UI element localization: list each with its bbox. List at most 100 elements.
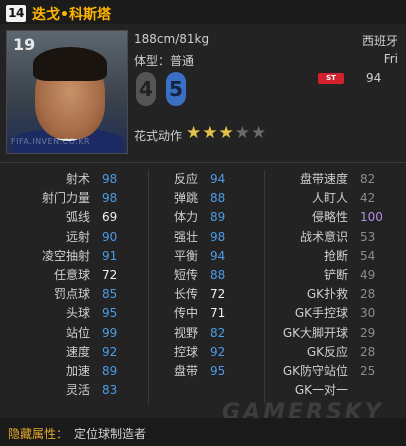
stat-name: GK反应	[306, 344, 348, 359]
stat-name: 反应	[173, 172, 198, 186]
stat-row: 站位 99	[0, 324, 132, 343]
stat-row: GK大脚开球 29	[236, 324, 390, 343]
stat-row: 体力 89	[148, 208, 240, 227]
stat-row: 头球 95	[0, 304, 132, 323]
stat-name: 射术	[65, 172, 90, 186]
divider	[0, 162, 406, 163]
stat-name: 加速	[65, 363, 90, 378]
stat-row: 速度 92	[0, 343, 132, 362]
star-filled-icon: ★	[186, 123, 203, 143]
stat-row: GK手控球 30	[236, 304, 390, 323]
nation-label: 西班牙	[361, 34, 398, 48]
stat-value: 29	[360, 325, 376, 340]
stat-value: 82	[360, 172, 376, 186]
stat-name: 弹跳	[173, 191, 198, 206]
body-type: 体型：普通	[134, 54, 195, 68]
stat-row: 任意球 72	[0, 266, 132, 285]
stat-name: 罚点球	[53, 287, 90, 302]
weak-foot-rating: 4	[136, 72, 156, 106]
stat-row: 战术意识 53	[236, 228, 390, 247]
stat-row: GK反应 28	[236, 343, 390, 362]
stat-name: 平衡	[173, 248, 198, 263]
stat-row: 盘带 95	[148, 362, 240, 381]
stat-name: 任意球	[53, 267, 90, 282]
stats-column-3: 盘带速度 82 人盯人 42 侵略性 100 战术意识 53 抢断 54 铲断 49 GK扑救 28 GK手…	[236, 170, 390, 400]
stat-name: 灵活	[65, 383, 90, 398]
stat-name: 传中	[173, 306, 198, 321]
stat-row: GK一对一	[236, 381, 390, 400]
stat-name: 速度	[65, 344, 90, 359]
stat-value: 98	[102, 191, 118, 206]
stat-value: 28	[360, 287, 376, 302]
stat-name: 长传	[173, 287, 198, 302]
stats-column-2: 反应 94 弹跳 88 体力 89 强壮 98 平衡 94 短传 88 长传 72 传中 71 视野 82 控球 92…	[148, 170, 240, 381]
stat-name: 站位	[65, 325, 90, 340]
stat-value: 53	[360, 229, 376, 244]
stat-name: 侵略性	[311, 210, 348, 225]
stat-name: GK扑救	[306, 287, 348, 302]
stat-value: 69	[102, 210, 118, 225]
stat-row: 视野 82	[148, 324, 240, 343]
stat-value: 85	[102, 287, 118, 302]
stat-row: 盘带速度 82	[236, 170, 390, 189]
stat-name: 战术意识	[299, 229, 348, 244]
stat-name: 强壮	[173, 229, 198, 244]
stat-value: 28	[360, 344, 376, 359]
stat-value: 100	[360, 210, 383, 225]
stat-row: 射门力量 98	[0, 189, 132, 208]
stat-row: 射术 98	[0, 170, 132, 189]
stat-name: 抢断	[323, 248, 348, 263]
player-card: 14 迭戈•科斯塔 19 FIFA.INVEN.CO.KR 188cm/81kg…	[0, 0, 406, 446]
season-badge: 14	[6, 5, 26, 22]
stat-row: 平衡 94	[148, 247, 240, 266]
stat-name: 人盯人	[311, 191, 348, 206]
stat-value: 83	[102, 383, 118, 398]
stat-name: 凌空抽射	[41, 248, 90, 263]
stat-row: 铲断 49	[236, 266, 390, 285]
stat-row: 强壮 98	[148, 228, 240, 247]
stat-value: 30	[360, 306, 376, 321]
stat-row: 弹跳 88	[148, 189, 240, 208]
stat-row: 传中 71	[148, 304, 240, 323]
skill-stars: ★★★★★	[186, 123, 267, 143]
star-empty-icon: ★	[234, 123, 251, 143]
stat-value: 89	[102, 363, 118, 378]
stat-name: 弧线	[65, 210, 90, 225]
stat-name: 控球	[173, 344, 198, 359]
stat-value: 25	[360, 363, 376, 378]
stat-name: 短传	[173, 267, 198, 282]
stat-row: 长传 72	[148, 285, 240, 304]
stat-value: 72	[102, 267, 118, 282]
stat-row: 凌空抽射 91	[0, 247, 132, 266]
stat-name: GK手控球	[294, 306, 348, 321]
hair-shape	[33, 47, 107, 81]
stat-name: 头球	[65, 306, 90, 321]
overall-rating: 19	[13, 35, 36, 54]
stat-value: 42	[360, 191, 376, 206]
stat-row: 远射 90	[0, 228, 132, 247]
stat-row: GK扑救 28	[236, 285, 390, 304]
card-header: 14 迭戈•科斯塔	[0, 0, 406, 24]
position-rating: 94	[366, 71, 382, 85]
stat-row: 控球 92	[148, 343, 240, 362]
stat-name: 体力	[173, 210, 198, 225]
stat-row: 弧线 69	[0, 208, 132, 227]
stats-column-1: 射术 98 射门力量 98 弧线 69 远射 90 凌空抽射 91 任意球 72 罚点球 85 头球 95 站位…	[0, 170, 132, 400]
stat-row: 灵活 83	[0, 381, 132, 400]
stat-name: GK大脚开球	[282, 325, 348, 340]
hidden-attributes-value: 定位球制造者	[74, 427, 147, 441]
stat-value: 98	[102, 172, 118, 186]
stat-row: 侵略性 100	[236, 208, 390, 227]
star-filled-icon: ★	[202, 123, 219, 143]
stat-name: GK一对一	[294, 383, 348, 398]
stat-name: 视野	[173, 325, 198, 340]
stat-row: 抢断 54	[236, 247, 390, 266]
stat-name: 盘带	[173, 363, 198, 378]
stat-row: 短传 88	[148, 266, 240, 285]
star-empty-icon: ★	[251, 123, 268, 143]
stat-row: GK防守站位 25	[236, 362, 390, 381]
stat-name: GK防守站位	[282, 363, 348, 378]
player-portrait: 19 FIFA.INVEN.CO.KR	[6, 30, 128, 154]
stat-name: 射门力量	[41, 191, 90, 206]
stat-name: 盘带速度	[299, 172, 348, 186]
